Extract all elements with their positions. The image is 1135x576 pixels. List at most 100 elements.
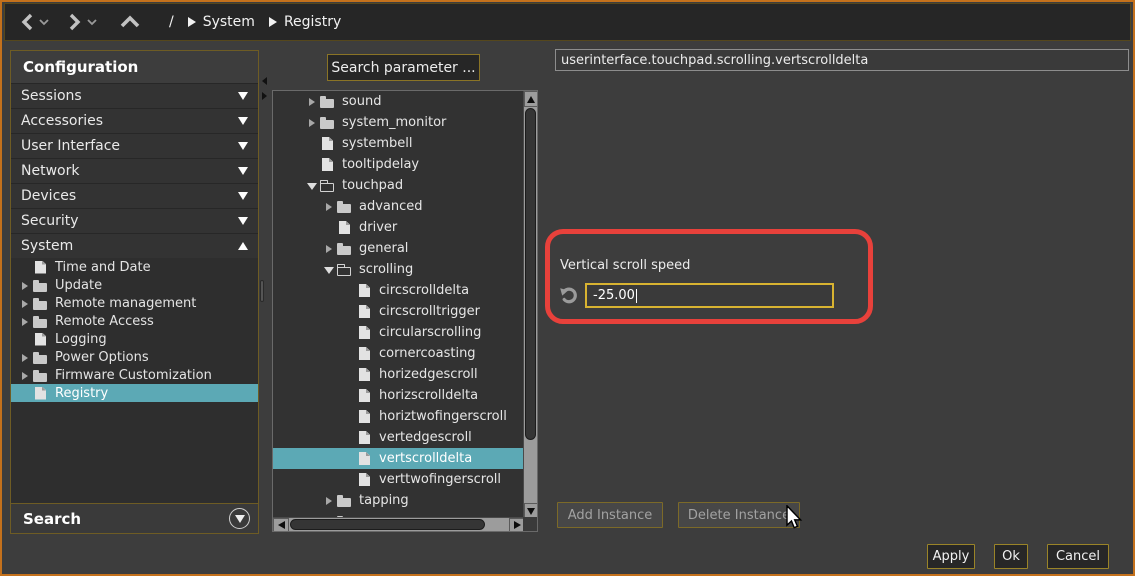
file-icon: [357, 304, 373, 319]
sidebar-item-update[interactable]: Update: [11, 276, 258, 294]
sidebar-section-user-interface[interactable]: User Interface: [11, 133, 258, 158]
breadcrumb-registry[interactable]: Registry: [284, 14, 341, 30]
horizontal-scrollbar[interactable]: [273, 517, 525, 531]
sidebar-item-firmware-customization[interactable]: Firmware Customization: [11, 366, 258, 384]
tree-item[interactable]: systembell: [273, 133, 523, 154]
tree-item[interactable]: tapping: [273, 490, 523, 511]
vertical-scroll-thumb[interactable]: [525, 108, 536, 440]
expander-collapsed-icon[interactable]: [19, 369, 32, 382]
sidebar-section-network[interactable]: Network: [11, 158, 258, 183]
add-instance-button[interactable]: Add Instance: [557, 502, 663, 528]
expander-collapsed-icon[interactable]: [19, 297, 32, 310]
sidebar-section-sessions[interactable]: Sessions: [11, 83, 258, 108]
expander-collapsed-icon[interactable]: [19, 279, 32, 292]
collapse-right-icon[interactable]: [262, 92, 267, 100]
sidebar-section-system[interactable]: System: [11, 233, 258, 258]
tree-item[interactable]: cornercoasting: [273, 343, 523, 364]
parameter-value-input[interactable]: -25.00: [585, 283, 834, 308]
expander-collapsed-icon[interactable]: [19, 351, 32, 364]
file-icon: [33, 386, 49, 401]
tree-item[interactable]: touchpad: [273, 175, 523, 196]
expander-collapsed-icon[interactable]: [19, 315, 32, 328]
tree-item[interactable]: horiztwofingerscroll: [273, 406, 523, 427]
sidebar-search-section[interactable]: Search: [11, 503, 258, 533]
tree-item[interactable]: system_monitor: [273, 112, 523, 133]
section-label: Accessories: [21, 113, 103, 129]
expand-search-icon[interactable]: [229, 508, 250, 529]
tree-item[interactable]: advanced: [273, 196, 523, 217]
sidebar-section-accessories[interactable]: Accessories: [11, 108, 258, 133]
collapse-left-icon[interactable]: [262, 77, 267, 85]
pane-splitter[interactable]: [259, 50, 271, 534]
parameter-path-field[interactable]: userinterface.touchpad.scrolling.vertscr…: [555, 49, 1129, 71]
parameter-value-text: -25.00: [593, 288, 635, 303]
sidebar-item-remote-management[interactable]: Remote management: [11, 294, 258, 312]
sidebar-item-time-and-date[interactable]: Time and Date: [11, 258, 258, 276]
expander-collapsed-icon[interactable]: [306, 116, 319, 129]
folder-icon: [33, 350, 49, 365]
expander-expanded-icon[interactable]: [323, 263, 336, 276]
sidebar-section-devices[interactable]: Devices: [11, 183, 258, 208]
sidebar-item-power-options[interactable]: Power Options: [11, 348, 258, 366]
tree-item-label: system_monitor: [342, 115, 446, 130]
sidebar-item-remote-access[interactable]: Remote Access: [11, 312, 258, 330]
tree-item[interactable]: general: [273, 238, 523, 259]
expander-collapsed-icon[interactable]: [323, 494, 336, 507]
breadcrumb-root[interactable]: /: [169, 14, 174, 30]
file-icon: [337, 220, 353, 235]
delete-instance-button[interactable]: Delete Instance: [678, 502, 800, 528]
tree-item-label: vertedgescroll: [379, 430, 472, 445]
tree-item[interactable]: vertedgescroll: [273, 427, 523, 448]
sidebar-title: Configuration: [11, 51, 258, 83]
tree-item-label: circularscrolling: [379, 325, 481, 340]
cancel-button[interactable]: Cancel: [1047, 544, 1109, 569]
splitter-grip[interactable]: [260, 280, 264, 302]
tree-item[interactable]: scrolling: [273, 259, 523, 280]
tree-item[interactable]: circscrolldelta: [273, 280, 523, 301]
tree-item-label: driver: [359, 220, 397, 235]
breadcrumb-system[interactable]: System: [203, 14, 255, 30]
tree-item[interactable]: driver: [273, 217, 523, 238]
tree-item[interactable]: circscrolltrigger: [273, 301, 523, 322]
tree-item[interactable]: horizedgescroll: [273, 364, 523, 385]
sidebar-section-security[interactable]: Security: [11, 208, 258, 233]
file-icon: [357, 451, 373, 466]
folder-icon: [33, 278, 49, 293]
item-label: Time and Date: [55, 260, 151, 275]
reset-icon[interactable]: [559, 285, 579, 305]
up-icon[interactable]: [119, 15, 141, 29]
expander-collapsed-icon[interactable]: [323, 242, 336, 255]
scroll-left-icon[interactable]: [273, 518, 289, 532]
sidebar-item-registry[interactable]: Registry: [11, 384, 258, 402]
chevron-down-icon: [238, 142, 248, 150]
tree-item[interactable]: tooltipdelay: [273, 154, 523, 175]
file-icon: [320, 157, 336, 172]
sidebar-item-logging[interactable]: Logging: [11, 330, 258, 348]
back-icon[interactable]: [19, 12, 35, 32]
tree-item[interactable]: horizscrolldelta: [273, 385, 523, 406]
horizontal-scroll-thumb[interactable]: [290, 519, 485, 530]
tree-item-label: vertscrolldelta: [379, 451, 472, 466]
search-parameter-button[interactable]: Search parameter ...: [327, 54, 480, 81]
tree-item[interactable]: sound: [273, 91, 523, 112]
vertical-scrollbar[interactable]: [523, 91, 537, 519]
section-label: Sessions: [21, 88, 82, 104]
expander-collapsed-icon[interactable]: [306, 95, 319, 108]
expander-collapsed-icon[interactable]: [323, 200, 336, 213]
highlight-annotation: [545, 229, 873, 324]
forward-dropdown-icon[interactable]: [87, 18, 97, 26]
tree-item[interactable]: verttwofingerscroll: [273, 469, 523, 490]
forward-icon[interactable]: [67, 12, 83, 32]
expander-spacer: [19, 387, 32, 400]
tree-item-selected[interactable]: vertscrolldelta: [273, 448, 523, 469]
scroll-up-icon[interactable]: [524, 91, 538, 107]
section-label: Security: [21, 213, 79, 229]
back-dropdown-icon[interactable]: [39, 18, 49, 26]
apply-button[interactable]: Apply: [927, 544, 975, 569]
tree-item[interactable]: circularscrolling: [273, 322, 523, 343]
tree-rows: sound system_monitor systembell tooltipd…: [273, 91, 523, 517]
expander-expanded-icon[interactable]: [306, 179, 319, 192]
folder-icon: [33, 296, 49, 311]
ok-button[interactable]: Ok: [994, 544, 1028, 569]
scrollbar-corner: [523, 517, 537, 531]
